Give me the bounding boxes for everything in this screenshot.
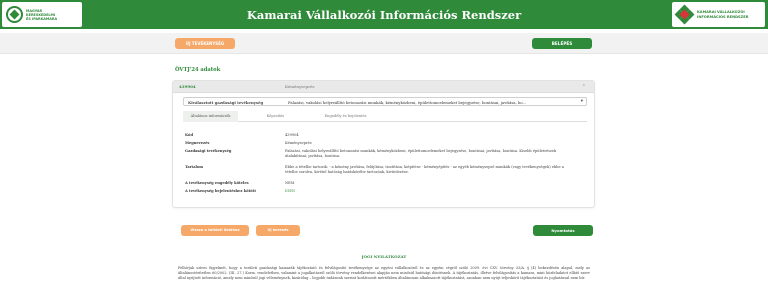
back-to-results-button[interactable]: Vissza a találati listához — [181, 225, 249, 236]
logo-line: KAMARAI VÁLLALKOZÓI — [697, 9, 745, 14]
action-bar: ÚJ TEVÉKENYSÉG BELÉPÉS — [0, 33, 768, 54]
activity-select[interactable]: Kiválasztott gazdasági tevékenység Falaz… — [183, 97, 587, 106]
collapse-chevron-icon[interactable]: ⌃ — [582, 84, 586, 90]
detail-value: Ebbe a tételbe tartozik: - a kémény javí… — [285, 165, 564, 174]
activity-select-label: Kiválasztott gazdasági tevékenység — [188, 100, 264, 105]
activity-card: 439904 Kéményseprés ⌃ Kiválasztott gazda… — [172, 80, 595, 208]
app-header: MAGYAR KERESKEDELMI ÉS IPARKAMARA Kamara… — [0, 0, 768, 29]
disclaimer-title: JOGI NYILATKOZAT — [361, 254, 407, 259]
detail-key: A tevékenység engedély köteles — [185, 181, 249, 185]
activity-select-value: Falazási, vakolási helyreállító betonozá… — [288, 100, 527, 105]
disclaimer-text: Felhívjuk szíves figyelmét, hogy a terül… — [178, 266, 590, 281]
page-title: Kamarai Vállalkozói Információs Rendszer — [246, 8, 522, 22]
section-title: ÖVTJ'24 adatok — [175, 67, 221, 73]
detail-tabs: Általános információk Képesítés Engedély… — [183, 111, 587, 122]
detail-value: Kéményseprés — [285, 141, 312, 145]
login-button[interactable]: BELÉPÉS — [532, 38, 592, 49]
logo-line: ÉS IPARKAMARA — [26, 16, 58, 21]
chamber-logo-text: MAGYAR KERESKEDELMI ÉS IPARKAMARA — [26, 9, 57, 21]
kvir-logo-text: KAMARAI VÁLLALKOZÓI INFORMÁCIÓS RENDSZER — [697, 10, 748, 20]
detail-key: A tevékenység bejelentéshez kötött — [185, 189, 256, 193]
chamber-logo-icon — [6, 6, 23, 23]
new-activity-button[interactable]: ÚJ TEVÉKENYSÉG — [175, 38, 235, 49]
detail-key: Kód — [185, 133, 193, 137]
tab-permit[interactable]: Engedély és bejelentés — [313, 111, 378, 122]
tab-qualification[interactable]: Képesítés — [253, 111, 298, 122]
chamber-logo[interactable]: MAGYAR KERESKEDELMI ÉS IPARKAMARA — [2, 2, 82, 27]
detail-value-link[interactable]: IGEN — [285, 189, 575, 194]
detail-key: Megnevezés — [185, 141, 210, 145]
logo-line: INFORMÁCIÓS RENDSZER — [697, 14, 749, 19]
new-search-button[interactable]: Új keresés — [256, 225, 300, 236]
detail-value: Falazási, vakolási helyreállító betonozá… — [285, 149, 557, 158]
logo-line: KERESKEDELMI — [26, 12, 56, 17]
detail-value: NEM — [285, 181, 295, 185]
caret-down-icon[interactable]: ▾ — [581, 99, 583, 104]
detail-key: Gazdasági tevékenység — [185, 149, 232, 153]
activity-name: Kéményseprés — [285, 84, 315, 89]
tab-general-info[interactable]: Általános információk — [183, 111, 238, 122]
activity-code: 439904 — [179, 84, 196, 89]
activity-card-header[interactable]: 439904 Kéményseprés ⌃ — [173, 81, 594, 93]
kvir-logo[interactable]: KAMARAI VÁLLALKOZÓI INFORMÁCIÓS RENDSZER — [672, 2, 765, 27]
print-button[interactable]: Nyomtatás — [533, 225, 593, 236]
detail-value: 439904 — [285, 133, 299, 137]
kvir-logo-icon — [674, 4, 695, 24]
detail-key: Tartalom — [185, 165, 204, 169]
